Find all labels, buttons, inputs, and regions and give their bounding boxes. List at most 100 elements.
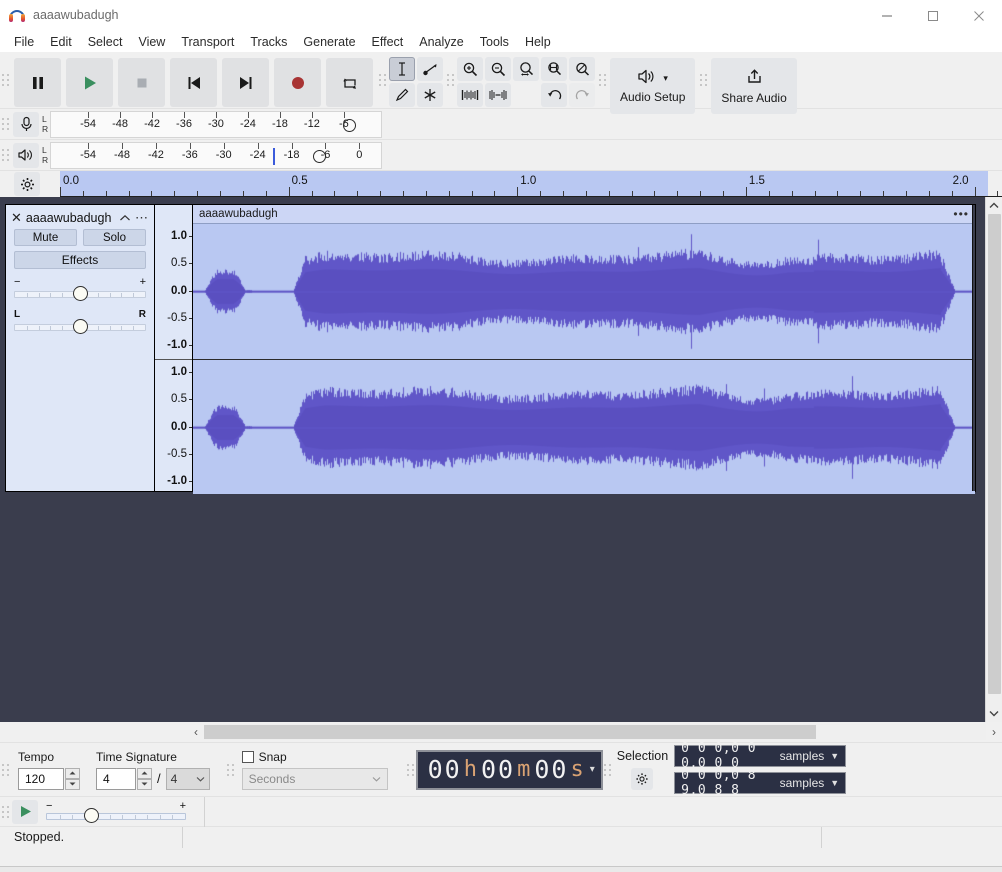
play-speed-grip[interactable]: [0, 797, 10, 826]
selection-start-caret-icon[interactable]: ▼: [830, 751, 839, 761]
play-at-speed-button[interactable]: [12, 800, 38, 824]
pan-slider[interactable]: L R: [14, 309, 146, 335]
gain-slider-knob[interactable]: [73, 286, 88, 301]
close-track-icon[interactable]: ✕: [11, 212, 22, 224]
vertical-amplitude-ruler[interactable]: 1.00.50.0-0.5-1.01.00.50.0-0.5-1.0: [155, 205, 193, 491]
menu-transport[interactable]: Transport: [173, 32, 242, 52]
snap-toolbar-grip[interactable]: [226, 743, 236, 796]
solo-button[interactable]: Solo: [83, 229, 146, 246]
horizontal-scrollbar-track[interactable]: [204, 724, 986, 740]
skip-to-start-button[interactable]: [170, 58, 217, 107]
snap-unit-select[interactable]: Seconds: [242, 768, 388, 790]
audio-setup-button[interactable]: ▾ Audio Setup: [610, 58, 695, 114]
menu-tools[interactable]: Tools: [472, 32, 517, 52]
selection-end-caret-icon[interactable]: ▼: [830, 778, 839, 788]
playback-meter-scale[interactable]: -54-48-42-36-30-24-18-60: [50, 142, 382, 169]
pause-button[interactable]: [14, 58, 61, 107]
microphone-icon[interactable]: [13, 112, 39, 137]
effects-button[interactable]: Effects: [14, 251, 146, 269]
menu-effect[interactable]: Effect: [364, 32, 412, 52]
undo-button[interactable]: [541, 83, 567, 107]
timeline-ruler[interactable]: 0.00.51.01.52.0: [60, 171, 1002, 197]
time-signature-stepper-down[interactable]: [137, 779, 152, 790]
playback-meter-grip[interactable]: [0, 140, 10, 170]
close-button[interactable]: [956, 0, 1002, 31]
transport-toolbar-grip[interactable]: [0, 52, 10, 108]
edit-toolbar-grip[interactable]: [445, 52, 455, 108]
meter-slider-knob[interactable]: [343, 119, 356, 132]
recording-meter-scale[interactable]: -54-48-42-36-30-24-18-12-6: [50, 111, 382, 138]
envelope-tool[interactable]: [417, 57, 443, 81]
play-speed-slider[interactable]: − +: [46, 800, 186, 824]
skip-to-end-button[interactable]: [222, 58, 269, 107]
horizontal-scrollbar[interactable]: ‹ ›: [0, 722, 1002, 742]
selection-settings-gear-icon[interactable]: [631, 768, 653, 790]
play-button[interactable]: [66, 58, 113, 107]
scroll-left-arrow-icon[interactable]: ‹: [188, 725, 204, 739]
pan-slider-knob[interactable]: [73, 319, 88, 334]
tempo-stepper-down[interactable]: [65, 779, 80, 790]
snap-checkbox-row[interactable]: Snap: [242, 750, 388, 764]
chevron-up-icon[interactable]: [119, 211, 131, 225]
trim-audio-button[interactable]: [457, 83, 483, 107]
time-signature-stepper-up[interactable]: [137, 768, 152, 779]
silence-audio-button[interactable]: [485, 83, 511, 107]
loop-button[interactable]: [326, 58, 373, 107]
time-toolbar-grip[interactable]: [406, 743, 416, 796]
minimize-button[interactable]: [864, 0, 910, 31]
zoom-toggle-button[interactable]: [569, 57, 595, 81]
track-menu-icon[interactable]: ⋯: [135, 214, 149, 222]
tempo-stepper-up[interactable]: [65, 768, 80, 779]
meter-slider-knob[interactable]: [313, 150, 326, 163]
menu-tracks[interactable]: Tracks: [242, 32, 295, 52]
waveform-pane[interactable]: aaaawubadugh •••: [193, 205, 975, 491]
selection-tool[interactable]: [389, 57, 415, 81]
fit-project-button[interactable]: [541, 57, 567, 81]
gain-slider[interactable]: − +: [14, 276, 146, 302]
fit-selection-button[interactable]: [513, 57, 539, 81]
selection-start-field[interactable]: 0 0 0,0 0 0,0 0 0 samples ▼: [674, 745, 846, 767]
menu-edit[interactable]: Edit: [42, 32, 80, 52]
play-speed-slider-track[interactable]: [46, 813, 186, 820]
tempo-stepper[interactable]: [65, 768, 80, 790]
tempo-input[interactable]: 120: [18, 768, 64, 790]
share-audio-toolbar-grip[interactable]: [698, 52, 708, 108]
timeline-options-gear-icon[interactable]: [14, 172, 40, 196]
scroll-down-arrow-icon[interactable]: [986, 705, 1002, 722]
time-signature-toolbar-grip[interactable]: [0, 743, 10, 796]
zoom-out-button[interactable]: [485, 57, 511, 81]
stop-button[interactable]: [118, 58, 165, 107]
time-signature-lower-select[interactable]: 4: [166, 768, 210, 790]
scroll-right-arrow-icon[interactable]: ›: [986, 725, 1002, 739]
maximize-button[interactable]: [910, 0, 956, 31]
mute-button[interactable]: Mute: [14, 229, 77, 246]
recording-meter-grip[interactable]: [0, 109, 10, 139]
scroll-up-arrow-icon[interactable]: [986, 197, 1002, 214]
menu-help[interactable]: Help: [517, 32, 559, 52]
zoom-in-button[interactable]: [457, 57, 483, 81]
waveform-channel-left[interactable]: [193, 224, 975, 359]
audio-setup-toolbar-grip[interactable]: [597, 52, 607, 108]
vertical-scrollbar-thumb[interactable]: [988, 214, 1001, 694]
horizontal-scrollbar-thumb[interactable]: [204, 725, 816, 739]
time-format-caret-icon[interactable]: ▾: [590, 764, 595, 775]
tools-toolbar-grip[interactable]: [377, 52, 387, 108]
play-speed-slider-knob[interactable]: [84, 808, 99, 823]
menu-file[interactable]: File: [6, 32, 42, 52]
track-name[interactable]: aaaawubadugh: [26, 211, 115, 225]
clip-menu-icon[interactable]: •••: [953, 207, 969, 221]
vertical-scrollbar[interactable]: [985, 197, 1002, 722]
selection-toolbar-grip[interactable]: [603, 743, 613, 796]
clip-header[interactable]: aaaawubadugh •••: [193, 205, 975, 224]
menu-select[interactable]: Select: [80, 32, 131, 52]
menu-view[interactable]: View: [130, 32, 173, 52]
playback-speaker-icon[interactable]: [13, 143, 39, 168]
draw-tool[interactable]: [389, 83, 415, 107]
record-button[interactable]: [274, 58, 321, 107]
multi-tool[interactable]: [417, 83, 443, 107]
share-audio-button[interactable]: Share Audio: [711, 58, 796, 114]
snap-checkbox[interactable]: [242, 751, 254, 763]
time-signature-upper-input[interactable]: 4: [96, 768, 136, 790]
time-signature-stepper[interactable]: [137, 768, 152, 790]
menu-analyze[interactable]: Analyze: [411, 32, 471, 52]
